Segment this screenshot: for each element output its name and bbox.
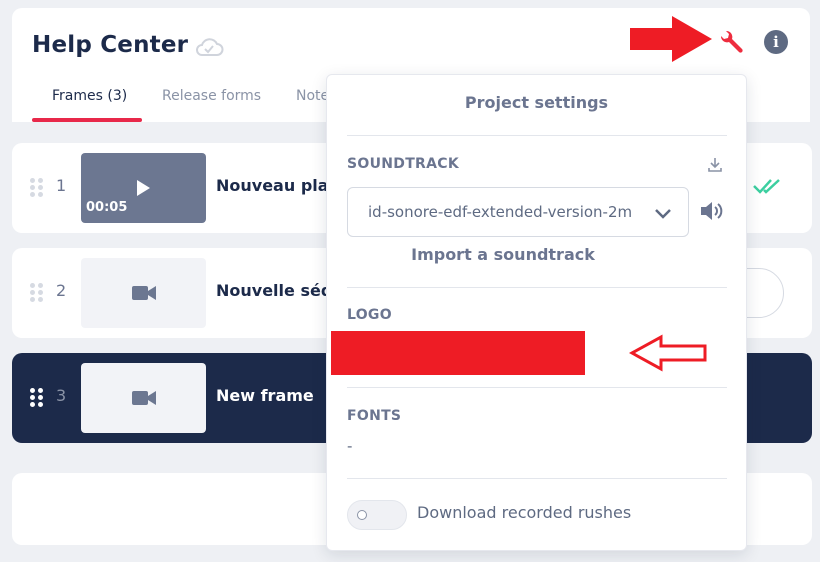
video-camera-icon bbox=[132, 390, 156, 410]
frame-number: 2 bbox=[56, 281, 67, 300]
toggle-knob bbox=[357, 510, 367, 520]
frame-thumbnail[interactable] bbox=[81, 258, 206, 328]
soundtrack-selected-value: id-sonore-edf-extended-version-2m bbox=[368, 203, 633, 221]
popover-title: Project settings bbox=[464, 93, 609, 112]
chevron-down-icon bbox=[654, 205, 672, 224]
drag-handle-icon[interactable] bbox=[30, 283, 44, 303]
annotation-arrow-left-icon bbox=[628, 333, 709, 377]
divider bbox=[347, 287, 727, 288]
download-icon[interactable] bbox=[707, 157, 723, 177]
speaker-icon[interactable] bbox=[699, 199, 725, 227]
video-camera-icon bbox=[132, 285, 156, 305]
import-soundtrack-link[interactable]: Import a soundtrack bbox=[327, 245, 679, 264]
download-rushes-label: Download recorded rushes bbox=[417, 503, 632, 522]
fonts-label: FONTS bbox=[347, 408, 402, 424]
frame-number: 1 bbox=[56, 176, 67, 195]
info-icon[interactable]: i bbox=[764, 30, 788, 54]
fonts-value: - bbox=[347, 437, 353, 455]
soundtrack-select[interactable]: id-sonore-edf-extended-version-2m bbox=[347, 187, 689, 237]
play-icon[interactable] bbox=[137, 180, 150, 196]
logo-redaction bbox=[331, 331, 585, 375]
frame-title: New frame bbox=[216, 386, 314, 405]
divider bbox=[347, 387, 727, 388]
active-tab-indicator bbox=[32, 118, 142, 122]
divider bbox=[347, 478, 727, 479]
cloud-icon bbox=[194, 36, 224, 62]
frame-number: 3 bbox=[56, 386, 67, 405]
annotation-arrow-right-icon bbox=[628, 14, 714, 68]
download-rushes-toggle[interactable] bbox=[347, 500, 407, 530]
wrench-icon[interactable] bbox=[718, 30, 744, 60]
tab-release-forms[interactable]: Release forms bbox=[162, 88, 261, 104]
frame-duration: 00:05 bbox=[86, 200, 128, 215]
soundtrack-label: SOUNDTRACK bbox=[347, 156, 459, 172]
frame-thumbnail[interactable] bbox=[81, 363, 206, 433]
tab-frames[interactable]: Frames (3) bbox=[52, 88, 127, 104]
double-check-icon bbox=[752, 177, 782, 199]
project-title: Help Center bbox=[32, 32, 189, 58]
divider bbox=[347, 135, 727, 136]
drag-handle-icon[interactable] bbox=[30, 178, 44, 198]
project-settings-popover: Project settings SOUNDTRACK id-sonore-ed… bbox=[326, 74, 747, 551]
drag-handle-icon[interactable] bbox=[30, 388, 44, 408]
logo-label: LOGO bbox=[347, 307, 392, 323]
frame-thumbnail[interactable]: 00:05 bbox=[81, 153, 206, 223]
frame-title: Nouveau plan bbox=[216, 176, 340, 195]
tab-notes[interactable]: Note bbox=[296, 88, 329, 104]
